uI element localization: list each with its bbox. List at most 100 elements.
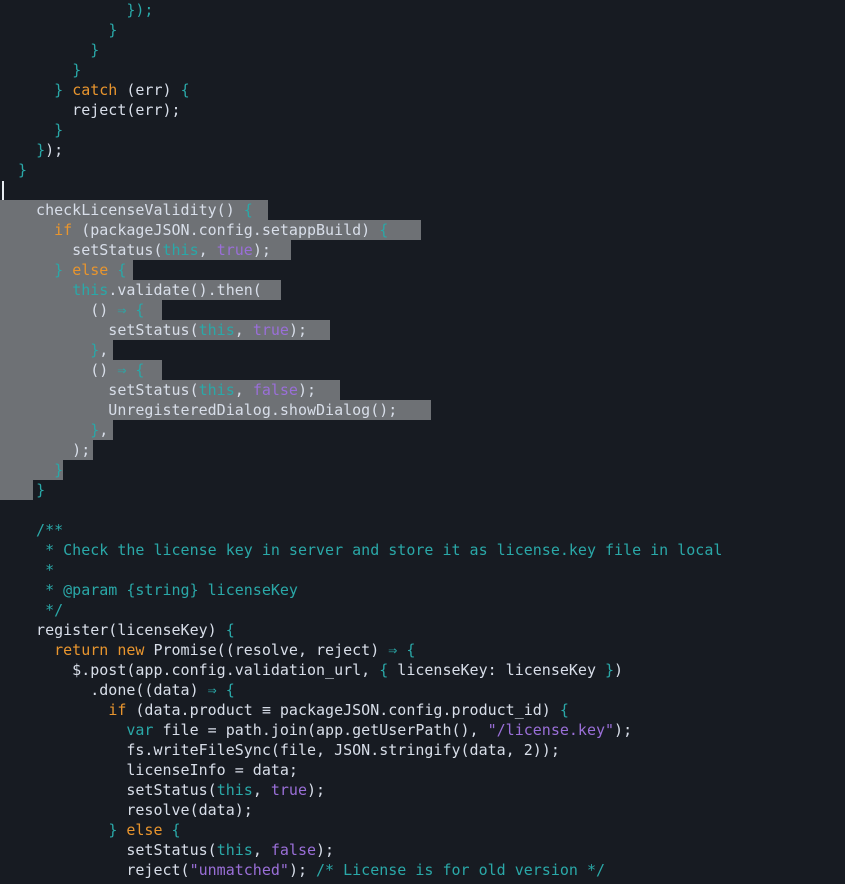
code-token: if bbox=[108, 701, 127, 719]
code-line[interactable]: checkLicenseValidity() { bbox=[0, 200, 845, 220]
code-line[interactable]: }, bbox=[0, 340, 845, 360]
code-token: catch bbox=[72, 81, 118, 99]
code-line[interactable]: () ⇒ { bbox=[0, 300, 845, 320]
code-line[interactable]: setStatus(this, false); bbox=[0, 380, 845, 400]
code-token: ); bbox=[288, 861, 317, 879]
code-line[interactable]: setStatus(this, true); bbox=[0, 240, 845, 260]
code-line[interactable]: fs.writeFileSync(file, JSON.stringify(da… bbox=[0, 740, 845, 760]
code-line[interactable]: resolve(data); bbox=[0, 800, 845, 820]
code-token: else bbox=[126, 821, 163, 839]
code-line[interactable]: this.validate().then( bbox=[0, 280, 845, 300]
code-line[interactable]: if (packageJSON.config.setappBuild) { bbox=[0, 220, 845, 240]
code-token: file = path.join(app.getUserPath(), bbox=[153, 721, 488, 739]
code-line[interactable]: }, bbox=[0, 420, 845, 440]
code-token: } bbox=[54, 121, 64, 139]
code-lines-container[interactable]: }); } } } } catch (err) { reject(err); }… bbox=[0, 0, 845, 880]
code-token: { bbox=[225, 681, 235, 699]
code-token: ); bbox=[614, 721, 633, 739]
code-token: , bbox=[234, 381, 253, 399]
code-token: , bbox=[198, 241, 217, 259]
code-token: , bbox=[252, 841, 271, 859]
code-line[interactable]: setStatus(this, false); bbox=[0, 840, 845, 860]
code-token: /* License is for old version */ bbox=[316, 861, 606, 879]
code-line[interactable]: } else { bbox=[0, 260, 845, 280]
code-line[interactable]: } catch (err) { bbox=[0, 80, 845, 100]
code-line[interactable]: licenseInfo = data; bbox=[0, 760, 845, 780]
code-token: this bbox=[216, 781, 253, 799]
code-line[interactable]: .done((data) ⇒ { bbox=[0, 680, 845, 700]
code-token: } bbox=[72, 61, 82, 79]
code-line[interactable]: $.post(app.config.validation_url, { lice… bbox=[0, 660, 845, 680]
code-line[interactable]: /** bbox=[0, 520, 845, 540]
code-token: * bbox=[18, 561, 55, 579]
code-token: * @param {string} licenseKey bbox=[18, 581, 298, 599]
code-token: true bbox=[216, 241, 253, 259]
code-token: UnregisteredDialog.showDialog(); bbox=[18, 401, 398, 419]
code-line[interactable]: } bbox=[0, 480, 845, 500]
code-line[interactable]: setStatus(this, true); bbox=[0, 320, 845, 340]
code-line[interactable]: reject("unmatched"); /* License is for o… bbox=[0, 860, 845, 880]
code-line[interactable]: ); bbox=[0, 440, 845, 460]
code-line[interactable]: } bbox=[0, 120, 845, 140]
code-token: ); bbox=[288, 321, 307, 339]
code-token: if bbox=[54, 221, 73, 239]
code-line[interactable]: UnregisteredDialog.showDialog(); bbox=[0, 400, 845, 420]
code-editor[interactable]: }); } } } } catch (err) { reject(err); }… bbox=[0, 0, 845, 884]
code-token: $.post(app.config.validation_url, bbox=[18, 661, 380, 679]
code-token: setStatus( bbox=[18, 241, 163, 259]
code-token: { bbox=[135, 301, 145, 319]
code-token: , bbox=[99, 341, 109, 359]
code-token: this bbox=[198, 381, 235, 399]
code-token: setStatus( bbox=[18, 321, 199, 339]
code-line[interactable] bbox=[0, 500, 845, 520]
code-token: { bbox=[117, 261, 127, 279]
code-line[interactable]: return new Promise((resolve, reject) ⇒ { bbox=[0, 640, 845, 660]
code-line[interactable]: register(licenseKey) { bbox=[0, 620, 845, 640]
code-line[interactable]: var file = path.join(app.getUserPath(), … bbox=[0, 720, 845, 740]
code-line[interactable]: () ⇒ { bbox=[0, 360, 845, 380]
code-token: } bbox=[36, 481, 46, 499]
code-line[interactable]: * @param {string} licenseKey bbox=[0, 580, 845, 600]
code-token: } bbox=[90, 41, 100, 59]
code-token: } bbox=[54, 261, 64, 279]
code-line[interactable]: } bbox=[0, 40, 845, 60]
code-line[interactable]: }); bbox=[0, 0, 845, 20]
code-token: .validate().then( bbox=[108, 281, 262, 299]
code-line[interactable]: setStatus(this, true); bbox=[0, 780, 845, 800]
code-token: setStatus( bbox=[18, 841, 217, 859]
code-token: () bbox=[18, 301, 118, 319]
code-token: { bbox=[243, 201, 253, 219]
code-line[interactable]: * Check the license key in server and st… bbox=[0, 540, 845, 560]
code-token: ); bbox=[297, 381, 317, 399]
code-line[interactable]: } bbox=[0, 20, 845, 40]
code-token: ); bbox=[307, 781, 326, 799]
code-token: "unmatched" bbox=[189, 861, 289, 879]
code-line[interactable]: */ bbox=[0, 600, 845, 620]
code-token: licenseInfo = data; bbox=[18, 761, 298, 779]
code-token: } bbox=[54, 81, 64, 99]
code-line[interactable]: } bbox=[0, 60, 845, 80]
code-line[interactable]: }); bbox=[0, 140, 845, 160]
code-line[interactable]: if (data.product ≡ packageJSON.config.pr… bbox=[0, 700, 845, 720]
code-token: } bbox=[108, 21, 118, 39]
code-line[interactable]: * bbox=[0, 560, 845, 580]
code-token: this bbox=[216, 841, 253, 859]
code-token: } bbox=[108, 821, 118, 839]
code-line[interactable]: } bbox=[0, 460, 845, 480]
code-line[interactable]: reject(err); bbox=[0, 100, 845, 120]
code-line[interactable]: } else { bbox=[0, 820, 845, 840]
code-token: return bbox=[54, 641, 109, 659]
code-token: }); bbox=[126, 1, 154, 19]
code-line[interactable] bbox=[0, 180, 845, 200]
code-token: ); bbox=[18, 441, 91, 459]
code-line[interactable]: } bbox=[0, 160, 845, 180]
code-token: new bbox=[117, 641, 145, 659]
code-token: { bbox=[225, 621, 235, 639]
code-token: licenseKey: licenseKey bbox=[388, 661, 606, 679]
